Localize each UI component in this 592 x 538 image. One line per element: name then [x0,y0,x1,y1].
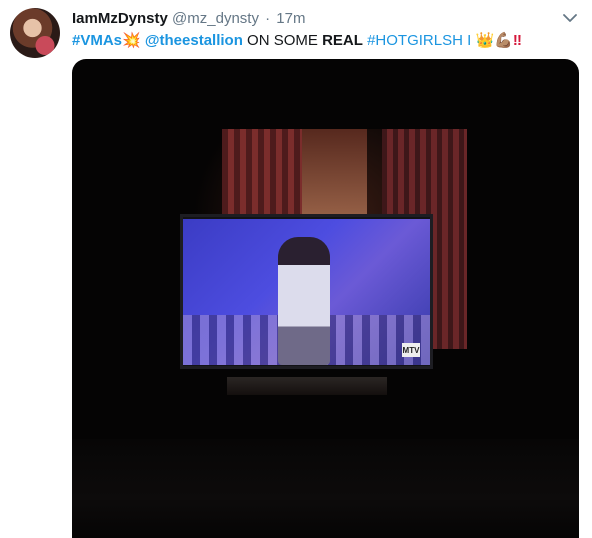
display-name[interactable]: IamMzDynsty [72,10,168,27]
user-handle[interactable]: @mz_dynsty [172,10,259,27]
text-bold: REAL [322,32,363,49]
mtv-logo: MTV [402,343,420,357]
collision-emoji: 💥 [122,32,141,49]
tv-stand [227,377,387,395]
mention-theestallion[interactable]: @theestallion [145,32,243,49]
hashtag-vmas[interactable]: #VMAs [72,32,122,49]
hashtag-hotgirl[interactable]: #HOTGIRLSH [363,32,463,49]
timestamp[interactable]: 17m [276,10,305,27]
room-floor [72,439,579,538]
double-exclamation-emoji: ‼ [512,32,522,49]
tv-screen: MTV [183,219,430,365]
performer [278,237,330,365]
chevron-down-icon[interactable] [562,10,578,26]
text-cursor: I [467,32,472,49]
tweet-header: IamMzDynsty @mz_dynsty · 17m [72,10,305,30]
avatar-image [10,8,60,58]
avatar[interactable] [10,8,60,58]
tweet-text: #VMAs💥 @theestallion ON SOME REAL #HOTGI… [72,31,577,51]
crown-emoji: 👑 [475,32,495,49]
separator: · [265,10,271,27]
text-segment: ON SOME [242,32,323,49]
tweet-media[interactable]: MTV [72,59,579,538]
tweet: IamMzDynsty @mz_dynsty · 17m #VMAs💥 @the… [0,0,592,538]
muscle-emoji: 💪🏽 [494,32,513,49]
